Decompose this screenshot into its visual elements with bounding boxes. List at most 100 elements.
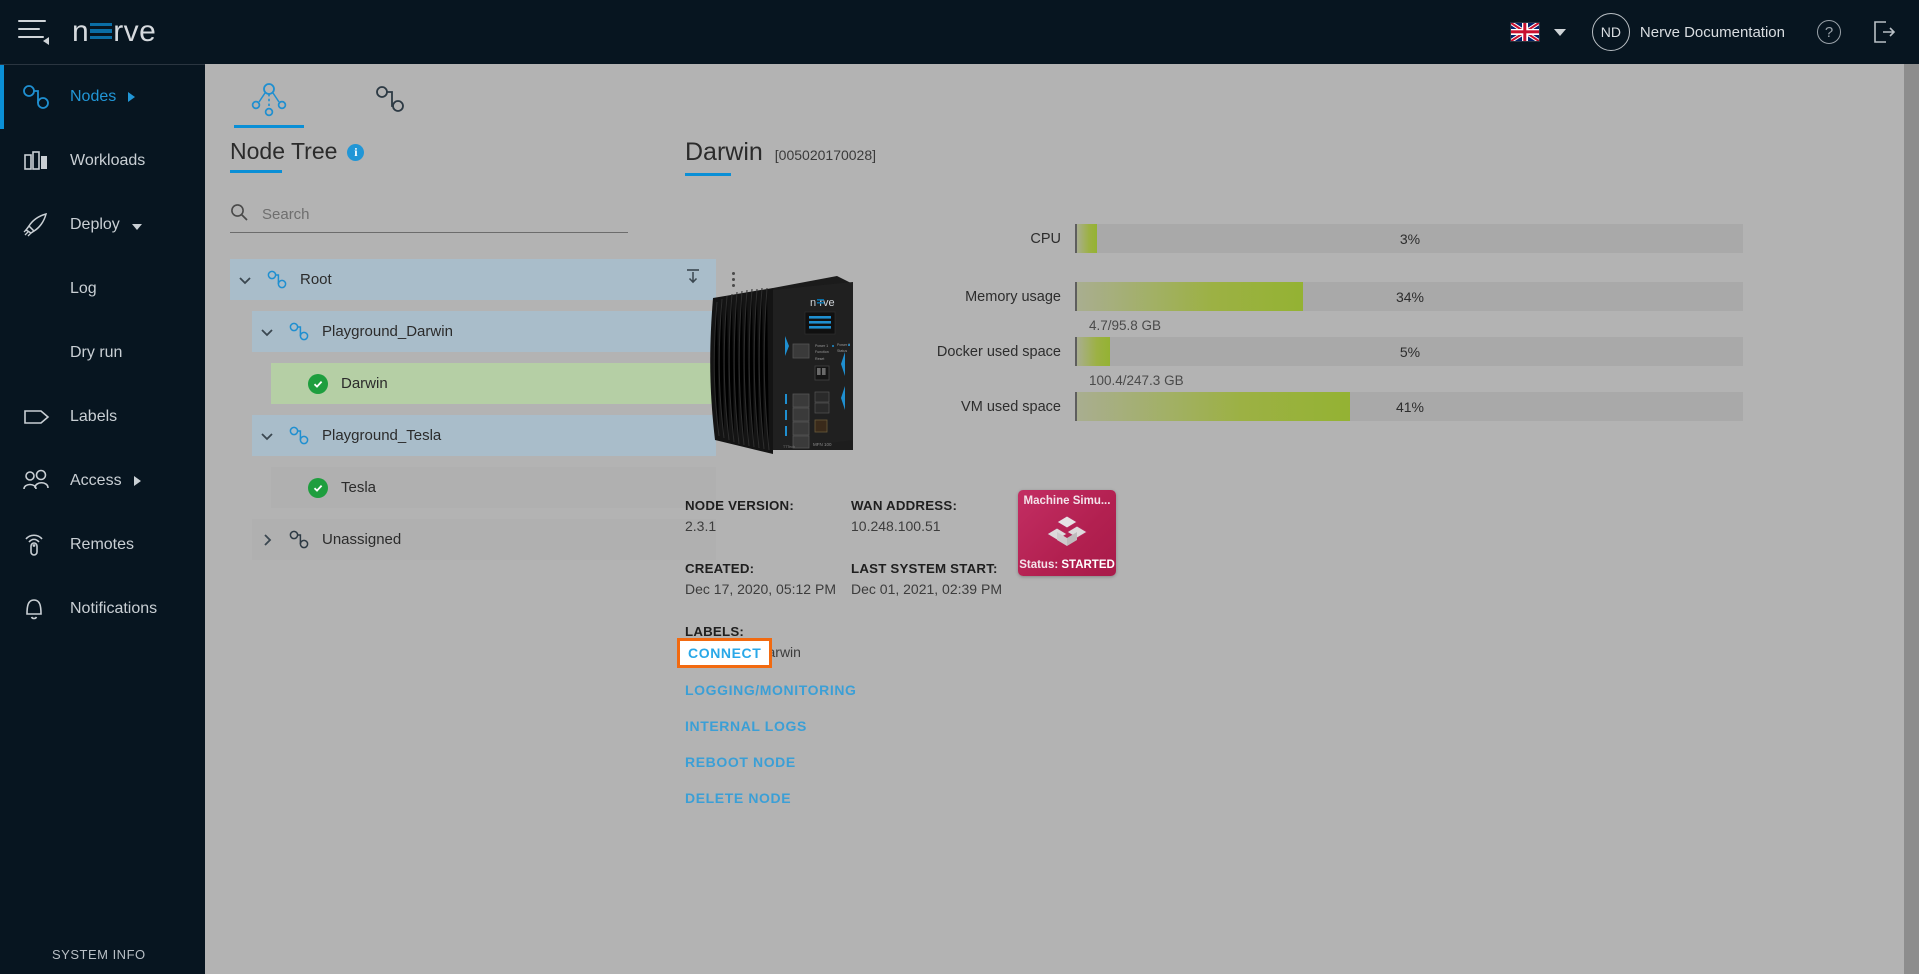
label-tag-icon [22,404,64,430]
metric-sub-memory: 4.7/95.8 GB [1089,318,1755,333]
search-icon [230,203,248,226]
view-tabs [230,74,430,128]
system-info-link[interactable]: SYSTEM INFO [0,947,205,962]
workload-status-value: STARTED [1061,559,1114,571]
node-link-icon [260,269,294,291]
node-actions: CONNECT LOGGING/MONITORING INTERNAL LOGS… [685,638,857,826]
metric-docker-space: Docker used space 5% [935,337,1755,366]
chevron-down-icon[interactable] [252,324,282,340]
sidebar-item-label: Dry run [70,344,122,362]
metric-percent: 41% [1396,399,1424,415]
sidebar-item-labels[interactable]: Labels [0,385,205,449]
tree-item-label: Playground_Tesla [322,427,441,444]
status-ok-icon [301,374,335,394]
main-content: Node Tree i [205,64,1919,974]
search-bar[interactable] [230,203,628,233]
tree-row-playground-darwin[interactable]: Playground_Darwin [230,311,750,352]
metric-percent: 5% [1400,344,1420,360]
connect-button[interactable]: CONNECT [677,638,772,668]
workload-status: Status: STARTED [1019,559,1115,571]
info-row: CREATED: Dec 17, 2020, 05:12 PM LAST SYS… [685,561,1245,597]
sidebar-item-dry-run[interactable]: Dry run [0,321,205,385]
chevron-right-icon[interactable] [252,532,282,548]
info-row: NODE VERSION: 2.3.1 WAN ADDRESS: 10.248.… [685,498,1245,534]
help-icon[interactable]: ? [1817,20,1841,44]
svg-text:Power 1: Power 1 [815,344,828,348]
metric-bar: 3% [1075,224,1743,253]
chevron-down-icon[interactable] [230,272,260,288]
logo-equals-icon [90,20,112,42]
sidebar-item-label: Workloads [70,152,145,170]
top-bar-right: ND Nerve Documentation ? [1510,13,1919,51]
svg-text:MFN 100: MFN 100 [813,442,832,447]
info-icon[interactable]: i [347,144,364,161]
vertical-scrollbar[interactable] [1904,64,1919,974]
node-tree-icon [248,80,290,123]
sidebar-item-notifications[interactable]: Notifications [0,577,205,641]
info-wan-address: WAN ADDRESS: 10.248.100.51 [851,498,1017,534]
sidebar-item-label: Remotes [70,536,134,554]
logging-monitoring-button[interactable]: LOGGING/MONITORING [685,682,857,698]
status-ok-icon [301,478,335,498]
sidebar-item-nodes[interactable]: Nodes [0,65,205,129]
sidebar-item-deploy[interactable]: Deploy [0,193,205,257]
tree-item-label: Tesla [341,479,376,496]
delete-node-button[interactable]: DELETE NODE [685,790,791,806]
nodes-icon [22,84,64,110]
metric-bar: 34% [1075,282,1743,311]
info-value: Dec 17, 2020, 05:12 PM [685,581,851,597]
metric-bar: 5% [1075,337,1743,366]
node-tree: Root [230,259,750,560]
metric-label: CPU [935,230,1075,248]
info-key: CREATED: [685,561,851,576]
avatar[interactable]: ND [1592,13,1630,51]
reboot-node-button[interactable]: REBOOT NODE [685,754,796,770]
sidebar-item-remotes[interactable]: Remotes [0,513,205,577]
node-detail-header: Darwin [005020170028] [685,138,1885,176]
sidebar-item-workloads[interactable]: Workloads [0,129,205,193]
cube-boxes-icon [1043,514,1091,553]
workload-name: Machine Simu... [1024,495,1111,507]
info-node-version: NODE VERSION: 2.3.1 [685,498,851,534]
info-value: 10.248.100.51 [851,518,1017,534]
tree-row-tesla[interactable]: Tesla [230,467,750,508]
metric-cpu: CPU 3% [935,224,1755,253]
metric-vm-space: VM used space 41% [935,392,1755,421]
svg-text:n: n [810,297,816,309]
sidebar-item-label: Log [70,280,97,298]
metric-label: VM used space [935,398,1075,416]
tree-item-label: Unassigned [322,531,401,548]
metric-bar: 41% [1075,392,1743,421]
tree-row-darwin[interactable]: Darwin [230,363,750,404]
deploy-rocket-icon [22,212,64,238]
tab-node-list[interactable] [352,74,430,128]
workload-tile-machine-simulation[interactable]: Machine Simu... Status: STARTED [1018,490,1116,576]
logo-text-pre: n [72,15,89,49]
info-key: WAN ADDRESS: [851,498,1017,513]
sidebar-item-label: Access [70,472,122,490]
uk-flag-icon[interactable] [1510,22,1540,42]
chevron-down-icon [132,224,142,230]
workloads-icon [22,148,64,174]
tree-row-root[interactable]: Root [230,259,750,300]
sidebar-item-access[interactable]: Access [0,449,205,513]
tab-node-tree[interactable] [230,74,308,128]
node-link-icon [282,321,316,343]
sidebar-item-log[interactable]: Log [0,257,205,321]
svg-text:Function: Function [815,350,829,354]
sidebar-item-label: Labels [70,408,117,426]
tree-row-unassigned[interactable]: Unassigned [230,519,750,560]
metric-memory: Memory usage 34% [935,282,1755,311]
sidebar-item-label: Notifications [70,600,157,618]
internal-logs-button[interactable]: INTERNAL LOGS [685,718,807,734]
chevron-down-icon[interactable] [252,428,282,444]
hamburger-menu-icon[interactable] [18,20,52,44]
bell-icon [22,596,64,622]
search-input[interactable] [262,206,602,223]
top-bar: n rve ND Nerve Documentation ? [0,0,1919,64]
node-detail-panel: Darwin [005020170028] [685,138,1885,176]
logo-text-post: rve [113,15,156,49]
chevron-down-icon[interactable] [1554,29,1566,36]
tree-row-playground-tesla[interactable]: Playground_Tesla [230,415,750,456]
logout-icon[interactable] [1871,19,1897,45]
